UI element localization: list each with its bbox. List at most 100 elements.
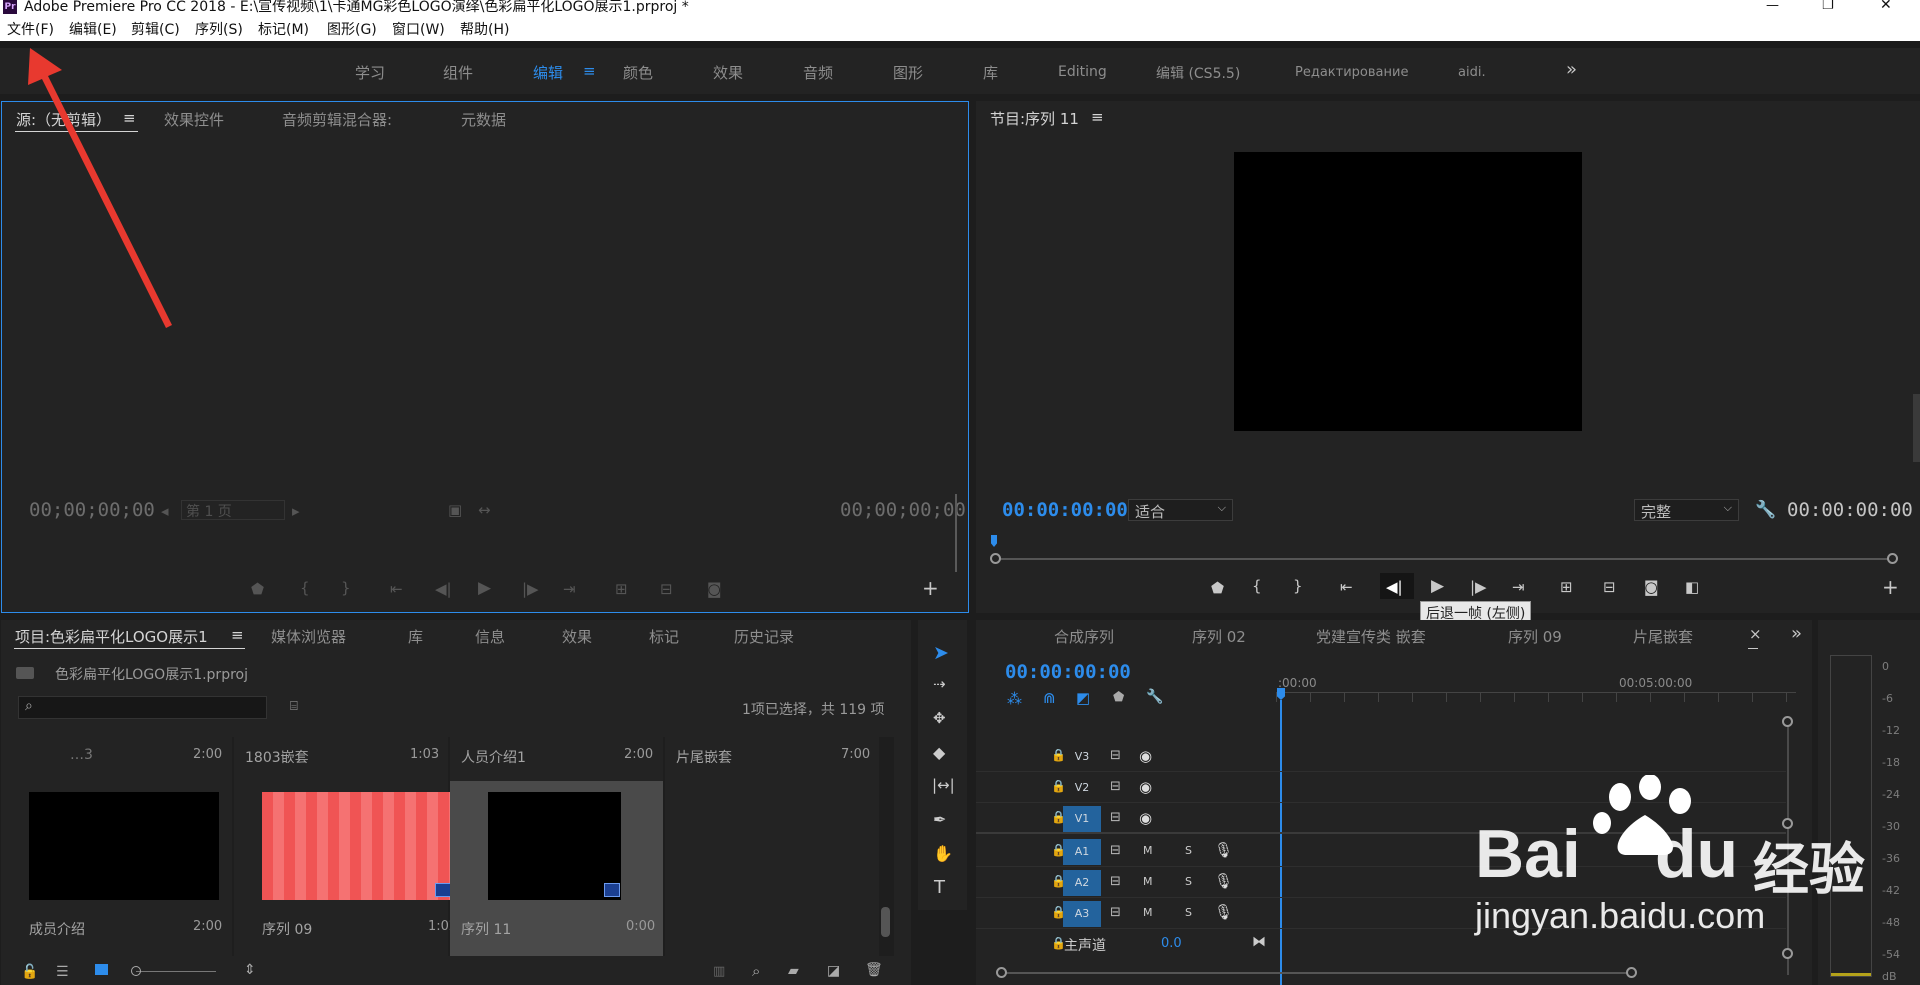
track-select-tool-icon[interactable]: ⇢ — [933, 675, 946, 693]
right-edge-scroll-thumb[interactable] — [1913, 394, 1920, 462]
vscroll-handle-top[interactable] — [1782, 716, 1793, 727]
workspace-graphics[interactable]: 图形 — [893, 62, 923, 83]
workspace-aidi[interactable]: aidi. — [1458, 65, 1486, 80]
project-panel-menu-icon[interactable]: ≡ — [231, 626, 244, 644]
program-add-button-icon[interactable]: + — [1882, 575, 1899, 599]
ripple-edit-tool-icon[interactable]: ✥ — [933, 709, 946, 727]
workspace-assembly[interactable]: 组件 — [443, 62, 473, 83]
microphone-icon[interactable]: 🎙 — [1214, 841, 1233, 859]
project-scrollbar[interactable] — [881, 907, 890, 937]
tab-markers[interactable]: 标记 — [649, 626, 679, 647]
time-ruler[interactable] — [1276, 692, 1796, 702]
thumb-item-2[interactable]: 1803嵌套 1:03 序列 09 1:02 — [234, 737, 457, 956]
razor-tool-icon[interactable]: ◆ — [933, 743, 945, 762]
hscroll-handle-left[interactable] — [996, 967, 1007, 978]
workspace-libraries[interactable]: 库 — [983, 62, 998, 83]
tab-party-nested[interactable]: 党建宣传类 嵌套 — [1316, 626, 1426, 647]
tab-sequence-09[interactable]: 序列 09 — [1508, 626, 1562, 647]
play-icon[interactable]: ▶ — [1431, 576, 1444, 596]
step-back-icon[interactable]: ◀| — [1386, 578, 1403, 596]
workspace-editing-ru[interactable]: Редактирование — [1295, 65, 1408, 80]
find-icon[interactable]: ⌕ — [752, 962, 760, 980]
tab-audio-clip-mixer[interactable]: 音频剪辑混合器: — [282, 109, 392, 130]
tab-info[interactable]: 信息 — [475, 626, 505, 647]
selection-tool-icon[interactable]: ➤ — [933, 642, 949, 664]
tab-program[interactable]: 节目:序列 11 — [990, 108, 1079, 129]
tab-composite-sequence[interactable]: 合成序列 — [1054, 626, 1114, 647]
go-to-out-icon[interactable]: ⇥ — [1512, 578, 1525, 596]
prev-page-icon[interactable]: ◂ — [161, 502, 169, 520]
icon-view-icon[interactable] — [95, 964, 108, 975]
mark-out-icon[interactable]: } — [1293, 577, 1303, 595]
zoom-slider[interactable] — [136, 971, 216, 972]
eye-icon[interactable]: ◉ — [1139, 747, 1152, 765]
tab-ending-nested[interactable]: 片尾嵌套 — [1633, 626, 1693, 647]
lift-icon[interactable]: ⊞ — [1560, 578, 1573, 596]
new-item-icon[interactable]: ◪ — [827, 963, 840, 979]
mute-button[interactable]: M — [1143, 906, 1153, 919]
menu-marker[interactable]: 标记(M) — [258, 19, 309, 39]
source-drag-icon[interactable]: ↔ — [478, 501, 491, 519]
timeline-more-icon[interactable]: » — [1791, 623, 1802, 644]
tab-sequence-02[interactable]: 序列 02 — [1192, 626, 1246, 647]
solo-button[interactable]: S — [1185, 875, 1192, 888]
minimize-button[interactable]: — — [1766, 0, 1779, 13]
track-target-a3[interactable]: A3 — [1063, 901, 1101, 927]
scroll-handle-left[interactable] — [990, 553, 1001, 564]
sync-lock-icon[interactable]: ⊟ — [1110, 874, 1121, 889]
source-safe-margins-icon[interactable]: ▣ — [448, 501, 462, 519]
project-search-input[interactable] — [18, 696, 267, 719]
timeline-timecode[interactable]: 00:00:00:00 — [1005, 661, 1131, 683]
automate-icon[interactable]: ▥ — [713, 964, 725, 979]
menu-graphics[interactable]: 图形(G) — [327, 19, 377, 39]
program-zoom-scrollbar[interactable] — [996, 558, 1891, 560]
zoom-slider-handle[interactable] — [131, 966, 141, 976]
program-video-frame[interactable] — [1234, 152, 1582, 431]
solo-button[interactable]: S — [1185, 906, 1192, 919]
microphone-icon[interactable]: 🎙 — [1214, 903, 1233, 921]
solo-button[interactable]: S — [1185, 844, 1192, 857]
sync-lock-icon[interactable]: ⊟ — [1110, 843, 1121, 858]
master-volume-value[interactable]: 0.0 — [1161, 936, 1182, 951]
tab-metadata[interactable]: 元数据 — [461, 109, 506, 130]
source-add-button-icon[interactable]: + — [922, 576, 939, 600]
type-tool-icon[interactable]: T — [934, 877, 945, 898]
sync-lock-icon[interactable]: ⊟ — [1110, 779, 1121, 794]
lock-icon[interactable]: 🔓 — [21, 964, 38, 980]
track-target-v3[interactable]: V3 — [1063, 744, 1101, 770]
restore-button[interactable]: ❐ — [1822, 0, 1834, 13]
program-timecode-left[interactable]: 00:00:00:00 — [1002, 499, 1128, 521]
menu-help[interactable]: 帮助(H) — [460, 19, 509, 39]
snap-icon[interactable]: ⋒ — [1043, 689, 1056, 707]
sync-lock-icon[interactable]: ⊟ — [1110, 905, 1121, 920]
go-to-in-icon[interactable]: ⇤ — [1340, 578, 1353, 596]
tab-project[interactable]: 项目:色彩扁平化LOGO展示1 — [15, 626, 208, 647]
track-v3[interactable]: 🔒 V3 ⊟ ◉ — [976, 742, 1786, 772]
timeline-horizontal-scrollbar[interactable] — [1001, 972, 1631, 974]
close-window-button[interactable]: ✕ — [1880, 0, 1892, 13]
comparison-view-icon[interactable]: ◧ — [1685, 578, 1699, 596]
hscroll-handle-right[interactable] — [1626, 967, 1637, 978]
close-tab-icon[interactable]: × — [1749, 625, 1762, 643]
new-bin-icon[interactable]: ▰ — [788, 963, 799, 979]
workspace-editing-en[interactable]: Editing — [1058, 64, 1107, 80]
track-target-a2[interactable]: A2 — [1063, 870, 1101, 896]
track-target-a1[interactable]: A1 — [1063, 839, 1101, 865]
next-page-icon[interactable]: ▸ — [292, 502, 300, 520]
workspace-editing-cs55[interactable]: 编辑 (CS5.5) — [1156, 63, 1240, 83]
trash-icon[interactable]: 🗑 — [865, 962, 883, 978]
export-frame-icon[interactable]: ◙ — [1644, 578, 1659, 596]
workspace-editing-menu-icon[interactable]: ≡ — [583, 62, 596, 80]
fit-dropdown[interactable]: 适合 ⌵ — [1128, 499, 1233, 521]
workspace-effects[interactable]: 效果 — [713, 62, 743, 83]
linked-selection-icon[interactable]: ◩ — [1076, 689, 1090, 707]
hand-tool-icon[interactable]: ✋ — [933, 844, 953, 863]
scroll-handle-right[interactable] — [1887, 553, 1898, 564]
quality-dropdown[interactable]: 完整 ⌵ — [1634, 499, 1739, 521]
track-target-v1[interactable]: V1 — [1063, 806, 1101, 832]
list-view-icon[interactable]: ☰ — [56, 964, 69, 980]
step-forward-icon[interactable]: |▶ — [1470, 578, 1487, 596]
settings-wrench-icon[interactable]: 🔧 — [1755, 500, 1776, 520]
eye-icon[interactable]: ◉ — [1139, 778, 1152, 796]
sync-lock-icon[interactable]: ⊟ — [1110, 810, 1121, 825]
